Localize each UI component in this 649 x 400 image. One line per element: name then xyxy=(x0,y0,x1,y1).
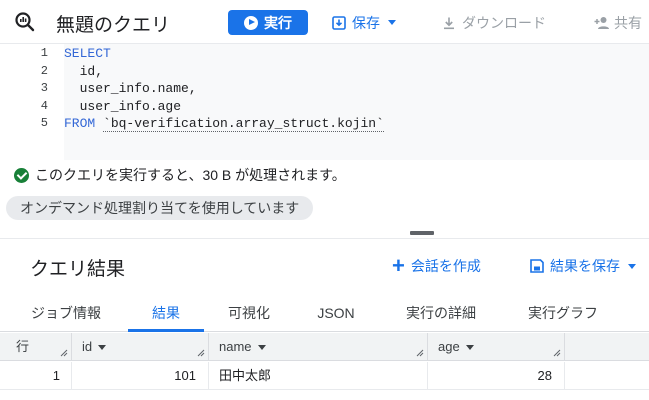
column-header-id[interactable]: id xyxy=(82,333,107,361)
line-number: 5 xyxy=(40,116,48,130)
play-icon xyxy=(244,15,258,30)
share-button[interactable]: 共有 xyxy=(594,10,642,35)
download-button[interactable]: ダウンロード xyxy=(442,10,546,35)
column-resize-icon[interactable] xyxy=(60,349,68,357)
cell-divider xyxy=(208,362,209,390)
column-divider xyxy=(208,333,209,361)
code-text: id, xyxy=(64,63,104,79)
column-label: name xyxy=(219,339,252,354)
column-header-age[interactable]: age xyxy=(438,333,474,361)
tab-visualization[interactable]: 可視化 xyxy=(212,296,286,332)
table-reference[interactable]: `bq-verification.array_struct.kojin` xyxy=(103,116,384,132)
code-line: 1 SELECT xyxy=(0,45,649,63)
sql-keyword: SELECT xyxy=(64,46,111,61)
cell-name[interactable]: 田中太郎 xyxy=(219,362,419,390)
column-divider xyxy=(427,333,428,361)
cell-age[interactable]: 28 xyxy=(428,362,552,390)
column-label: age xyxy=(438,339,460,354)
save-icon xyxy=(332,15,346,30)
column-header-name[interactable]: name xyxy=(219,333,266,361)
sql-keyword: FROM xyxy=(64,116,96,131)
column-label: 行 xyxy=(16,339,30,354)
chevron-down-icon xyxy=(628,263,636,269)
chevron-down-icon[interactable] xyxy=(257,344,266,350)
create-conversation-label: 会話を作成 xyxy=(410,258,481,274)
line-number: 4 xyxy=(40,98,48,113)
tab-job-info[interactable]: ジョブ情報 xyxy=(14,296,118,332)
save-results-button[interactable]: 結果を保存 xyxy=(530,256,636,276)
line-number: 3 xyxy=(40,81,48,95)
table-header: 行 id name age xyxy=(0,333,649,361)
validation-message: このクエリを実行すると、30 B が処理されます。 xyxy=(35,167,346,183)
code-text: user_info.age xyxy=(64,98,182,114)
tab-results[interactable]: 結果 xyxy=(128,296,204,332)
code-line: 2 id, xyxy=(0,63,649,81)
check-circle-icon xyxy=(14,167,29,183)
active-tab-indicator xyxy=(128,329,204,332)
panel-divider xyxy=(0,238,649,239)
column-resize-icon[interactable] xyxy=(197,349,205,357)
results-title: クエリ結果 xyxy=(30,259,126,280)
cell-row-number: 1 xyxy=(52,368,60,383)
column-label: id xyxy=(82,339,93,354)
column-header-row: 行 xyxy=(16,333,29,361)
column-divider xyxy=(564,333,565,361)
line-number: 2 xyxy=(40,63,48,78)
code-line: 5 FROM `bq-verification.array_struct.koj… xyxy=(0,115,649,133)
download-icon xyxy=(444,17,454,29)
column-divider xyxy=(71,333,72,361)
results-tabs: ジョブ情報 結果 可視化 JSON 実行の詳細 実行グラフ xyxy=(0,296,649,332)
tab-execution-graph[interactable]: 実行グラフ xyxy=(508,296,618,332)
share-label: 共有 xyxy=(614,14,642,31)
column-resize-icon[interactable] xyxy=(553,349,561,357)
code-text: user_info.name, xyxy=(64,81,197,96)
resize-handle[interactable] xyxy=(410,231,434,235)
column-resize-icon[interactable] xyxy=(416,349,424,357)
query-title[interactable]: 無題のクエリ xyxy=(56,10,170,37)
table-row[interactable]: 1 101 田中太郎 28 xyxy=(0,362,649,390)
plus-icon: + xyxy=(392,253,405,278)
floppy-icon xyxy=(530,259,544,273)
download-label: ダウンロード xyxy=(462,14,546,31)
chevron-down-icon[interactable] xyxy=(465,344,474,350)
query-toolbar: 無題のクエリ 実行 保存 ダウンロード 共有 xyxy=(0,0,649,44)
save-results-label: 結果を保存 xyxy=(550,258,620,274)
on-demand-chip[interactable]: オンデマンド処理割り当てを使用しています xyxy=(6,196,314,220)
query-magnifier-icon xyxy=(15,12,35,32)
sql-editor[interactable]: 1 SELECT 2 id, 3 user_info.name, 4 user_… xyxy=(0,44,649,160)
tab-execution-details[interactable]: 実行の詳細 xyxy=(386,296,496,332)
cell-id[interactable]: 101 xyxy=(72,362,196,390)
line-number: 1 xyxy=(40,46,48,60)
tab-json[interactable]: JSON xyxy=(298,296,374,332)
create-conversation-button[interactable]: + 会話を作成 xyxy=(392,253,481,278)
add-person-icon xyxy=(594,16,609,29)
chevron-down-icon[interactable] xyxy=(98,344,107,350)
validation-status: このクエリを実行すると、30 B が処理されます。 xyxy=(14,165,346,185)
save-button[interactable]: 保存 xyxy=(332,10,396,35)
code-line: 3 user_info.name, xyxy=(0,80,649,98)
save-label: 保存 xyxy=(352,14,380,31)
run-label: 実行 xyxy=(264,14,292,31)
chevron-down-icon xyxy=(388,20,396,25)
code-line: 4 user_info.age xyxy=(0,98,649,116)
run-button[interactable]: 実行 xyxy=(228,10,308,35)
cell-divider xyxy=(564,362,565,390)
